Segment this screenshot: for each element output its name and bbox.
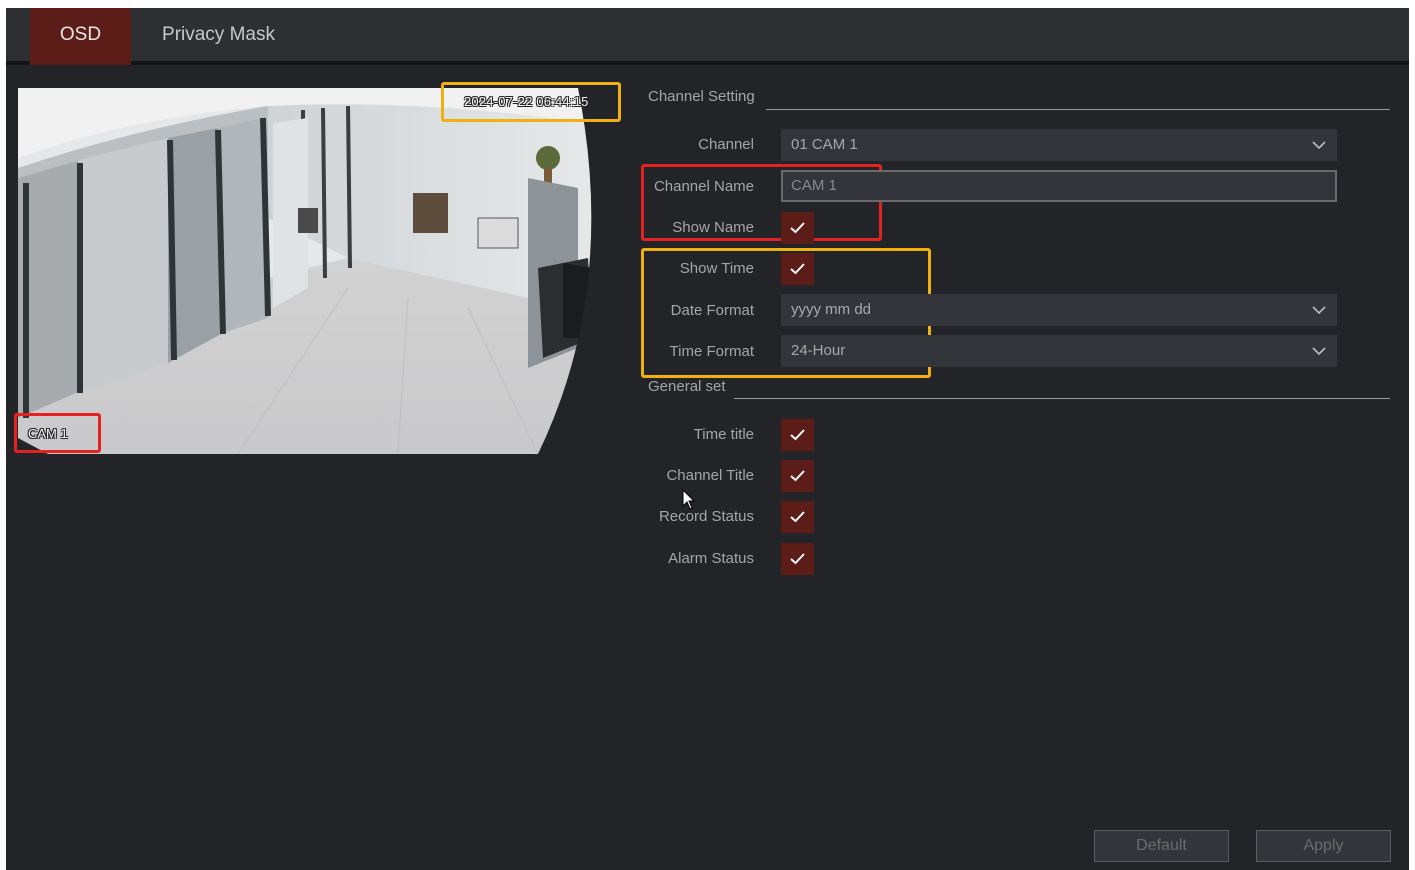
camera-scene [18,88,618,454]
tab-bar: OSD Privacy Mask [6,8,1409,65]
channel-title-label: Channel Title [666,467,754,484]
channel-setting-title: Channel Setting [648,88,755,105]
date-format-value: yyyy mm dd [791,301,872,318]
time-format-label: Time Format [669,343,754,360]
checkmark-icon [790,263,805,275]
show-name-checkbox[interactable] [781,212,814,244]
show-time-label: Show Time [679,260,754,277]
general-set-title: General set [648,378,726,395]
channel-setting-divider [766,109,1390,110]
chevron-down-icon [1312,347,1326,356]
date-format-label: Date Format [670,302,754,319]
alarm-status-checkbox[interactable] [781,543,814,575]
time-format-select[interactable]: 24-Hour [781,335,1337,367]
channel-title-checkbox[interactable] [781,460,814,492]
checkmark-icon [790,511,805,523]
osd-channel-name: CAM 1 [28,426,68,441]
tab-osd[interactable]: OSD [30,8,131,65]
tab-privacy-mask[interactable]: Privacy Mask [156,8,281,65]
channel-label: Channel [698,136,754,153]
channel-name-label: Channel Name [653,178,754,195]
record-status-checkbox[interactable] [781,501,814,533]
chevron-down-icon [1312,306,1326,315]
channel-select-value: 01 CAM 1 [791,136,858,153]
osd-settings-window: OSD Privacy Mask 2024-07-22 06:44:15 CAM… [6,8,1409,870]
channel-select[interactable]: 01 CAM 1 [781,129,1337,161]
osd-timestamp: 2024-07-22 06:44:15 [464,94,589,109]
mouse-cursor-icon [682,489,696,510]
chevron-down-icon [1312,141,1326,150]
checkmark-icon [790,470,805,482]
record-status-label: Record Status [658,508,754,525]
checkmark-icon [790,429,805,441]
general-set-divider [734,398,1390,399]
show-time-checkbox[interactable] [781,253,814,285]
channel-name-field[interactable]: CAM 1 [781,170,1337,202]
checkmark-icon [790,553,805,565]
time-title-label: Time title [693,426,754,443]
time-format-value: 24-Hour [791,342,846,359]
checkmark-icon [790,222,805,234]
date-format-select[interactable]: yyyy mm dd [781,294,1337,326]
channel-name-value: CAM 1 [791,177,837,194]
apply-button[interactable]: Apply [1256,830,1391,862]
alarm-status-label: Alarm Status [668,550,754,567]
camera-preview: 2024-07-22 06:44:15 CAM 1 [18,88,618,454]
show-name-label: Show Name [672,219,754,236]
default-button[interactable]: Default [1094,830,1229,862]
time-title-checkbox[interactable] [781,419,814,451]
